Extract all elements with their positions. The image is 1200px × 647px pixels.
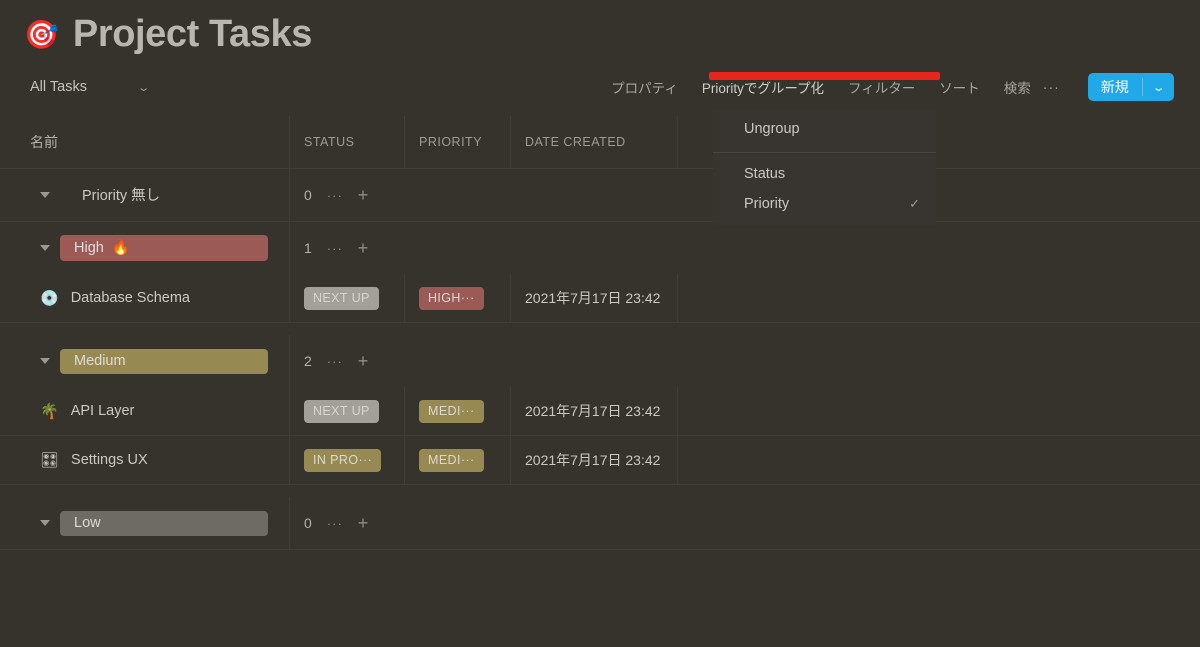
task-name-label: Settings UX bbox=[71, 452, 148, 468]
group-more-icon[interactable]: ··· bbox=[327, 188, 343, 203]
group-more-icon[interactable]: ··· bbox=[327, 354, 343, 369]
optical-disk-emoji: 💿 bbox=[40, 289, 59, 307]
priority-badge[interactable]: MEDI··· bbox=[419, 400, 484, 423]
group-count: 0 bbox=[304, 187, 312, 203]
status-badge[interactable]: NEXT UP bbox=[304, 400, 379, 423]
group-header-no-priority: Priority 無し 0 ··· + bbox=[0, 169, 1200, 222]
table-row[interactable]: 🎛 Settings UX IN PRO··· MEDI··· 2021年7月1… bbox=[0, 436, 1200, 485]
group-header-high: High 🔥 1 ··· + bbox=[0, 222, 1200, 274]
group-collapse-toggle-icon[interactable] bbox=[40, 520, 50, 526]
date-created-value: 2021年7月17日 23:42 bbox=[525, 452, 661, 468]
sort-button[interactable]: ソート bbox=[939, 77, 980, 97]
group-more-icon[interactable]: ··· bbox=[327, 241, 343, 256]
group-label-text: High bbox=[74, 239, 104, 256]
page-header: 🎯 Project Tasks bbox=[0, 0, 1200, 62]
group-add-icon[interactable]: + bbox=[358, 513, 369, 534]
menu-item-ungroup[interactable]: Ungroup bbox=[713, 114, 936, 144]
group-label-medium[interactable]: Medium bbox=[60, 348, 268, 374]
palm-tree-emoji: 🌴 bbox=[40, 402, 59, 420]
group-count: 2 bbox=[304, 353, 312, 369]
menu-item-status[interactable]: Status bbox=[713, 159, 936, 189]
status-badge[interactable]: IN PRO··· bbox=[304, 449, 382, 472]
group-header-medium: Medium 2 ··· + bbox=[0, 335, 1200, 387]
task-table: 名前 STATUS PRIORITY DATE CREATED Priority… bbox=[0, 116, 1200, 550]
group-collapse-toggle-icon[interactable] bbox=[40, 358, 50, 364]
toolbar: All Tasks ⌄ プロパティ Priorityでグループ化 フィルター ソ… bbox=[0, 62, 1200, 112]
menu-item-ungroup-label: Ungroup bbox=[744, 121, 800, 137]
group-by-menu: Ungroup Status Priority ✓ bbox=[713, 110, 936, 225]
group-label-text: Medium bbox=[74, 352, 126, 369]
fire-emoji: 🔥 bbox=[111, 240, 130, 256]
group-count: 0 bbox=[304, 515, 312, 531]
group-label-text: Low bbox=[74, 514, 101, 531]
view-selector-label: All Tasks bbox=[30, 79, 87, 95]
group-header-low: Low 0 ··· + bbox=[0, 497, 1200, 550]
priority-badge[interactable]: HIGH··· bbox=[419, 287, 484, 310]
page-title: Project Tasks bbox=[72, 13, 313, 55]
menu-item-priority[interactable]: Priority ✓ bbox=[713, 189, 936, 219]
menu-item-status-label: Status bbox=[744, 166, 786, 182]
properties-button[interactable]: プロパティ bbox=[611, 77, 678, 97]
menu-item-priority-check-icon: ✓ bbox=[909, 196, 920, 211]
group-label-low[interactable]: Low bbox=[60, 510, 268, 536]
date-created-value: 2021年7月17日 23:42 bbox=[525, 403, 661, 419]
control-knobs-emoji: 🎛 bbox=[40, 451, 60, 469]
more-options-icon[interactable]: ··· bbox=[1043, 79, 1060, 95]
column-header-date-created[interactable]: DATE CREATED bbox=[511, 135, 626, 149]
column-header-status[interactable]: STATUS bbox=[290, 135, 354, 149]
group-collapse-toggle-icon[interactable] bbox=[40, 245, 50, 251]
toolbar-actions: プロパティ Priorityでグループ化 フィルター ソート 検索 ··· 新規… bbox=[611, 73, 1174, 101]
new-button-label: 新規 bbox=[1100, 79, 1129, 95]
menu-divider bbox=[713, 152, 936, 153]
new-button[interactable]: 新規 ⌄ bbox=[1087, 73, 1174, 101]
view-selector[interactable]: All Tasks ⌄ bbox=[30, 79, 151, 95]
filter-button[interactable]: フィルター bbox=[848, 77, 915, 97]
task-name-label: API Layer bbox=[70, 403, 135, 419]
chevron-down-icon: ⌄ bbox=[136, 81, 151, 94]
column-header-name[interactable]: 名前 bbox=[0, 132, 58, 152]
task-name-label: Database Schema bbox=[70, 290, 190, 306]
group-collapse-toggle-icon[interactable] bbox=[40, 192, 50, 198]
table-row[interactable]: 💿 Database Schema NEXT UP HIGH··· 2021年7… bbox=[0, 274, 1200, 323]
group-count: 1 bbox=[304, 240, 312, 256]
status-badge[interactable]: NEXT UP bbox=[304, 287, 379, 310]
menu-item-priority-label: Priority bbox=[744, 196, 790, 212]
chevron-down-glyph: ⌄ bbox=[1151, 81, 1166, 94]
search-button[interactable]: 検索 bbox=[1004, 77, 1031, 97]
group-label-text: Priority 無し bbox=[82, 188, 161, 204]
group-add-icon[interactable]: + bbox=[358, 185, 369, 206]
group-label-no-priority[interactable]: Priority 無し bbox=[60, 180, 160, 210]
group-label-high[interactable]: High 🔥 bbox=[60, 235, 268, 261]
table-row[interactable]: 🌴 API Layer NEXT UP MEDI··· 2021年7月17日 2… bbox=[0, 387, 1200, 436]
date-created-value: 2021年7月17日 23:42 bbox=[525, 290, 661, 306]
priority-badge[interactable]: MEDI··· bbox=[419, 449, 484, 472]
group-add-icon[interactable]: + bbox=[358, 351, 369, 372]
dart-target-emoji: 🎯 bbox=[24, 19, 59, 50]
group-more-icon[interactable]: ··· bbox=[327, 516, 343, 531]
column-header-priority[interactable]: PRIORITY bbox=[405, 135, 482, 149]
table-header-row: 名前 STATUS PRIORITY DATE CREATED bbox=[0, 116, 1200, 169]
group-by-button[interactable]: Priorityでグループ化 bbox=[702, 77, 824, 97]
new-button-chevron-down-icon[interactable]: ⌄ bbox=[1143, 73, 1174, 101]
group-add-icon[interactable]: + bbox=[358, 238, 369, 259]
